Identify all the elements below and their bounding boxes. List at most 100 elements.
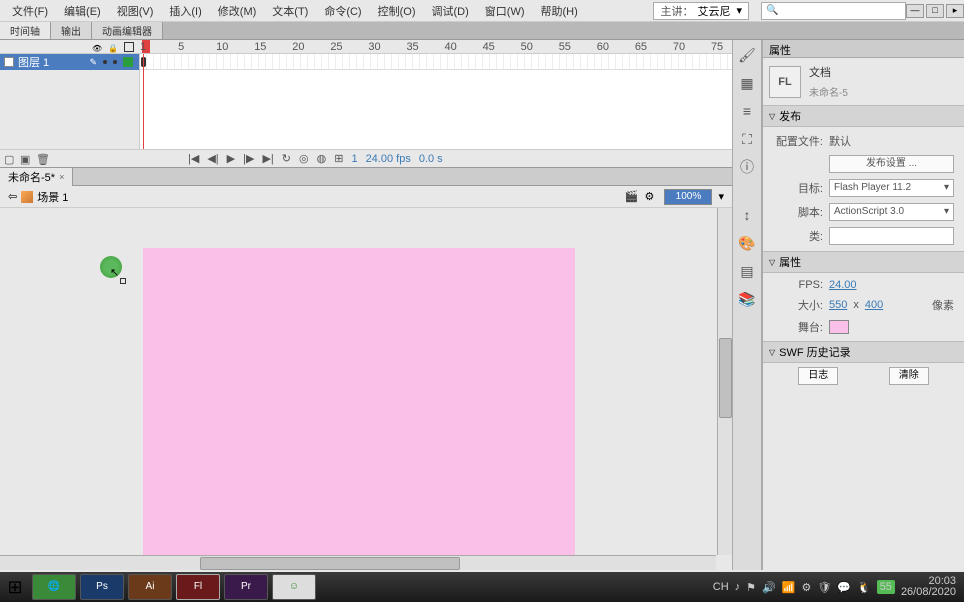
menu-commands[interactable]: 命令(C) bbox=[316, 1, 369, 21]
stage-canvas[interactable] bbox=[143, 248, 575, 564]
tray-icon[interactable]: ♪ bbox=[735, 581, 741, 593]
collapse-icon bbox=[769, 256, 775, 268]
arrow-panel-icon[interactable]: ↕ bbox=[738, 206, 756, 224]
menu-text[interactable]: 文本(T) bbox=[264, 1, 316, 21]
onion-outline-icon[interactable]: ◍ bbox=[317, 152, 327, 165]
chevron-down-icon[interactable]: ▾ bbox=[736, 4, 742, 17]
tab-motion-editor[interactable]: 动画编辑器 bbox=[92, 22, 163, 39]
lock-icon[interactable] bbox=[108, 42, 118, 52]
horizontal-scrollbar[interactable] bbox=[0, 555, 716, 570]
visibility-icon[interactable] bbox=[92, 42, 102, 52]
stage-width[interactable]: 550 bbox=[829, 299, 847, 311]
search-box[interactable]: 🔍 bbox=[761, 2, 906, 20]
taskbar-app-fl[interactable]: Fl bbox=[176, 574, 220, 600]
tray-icon[interactable]: 🐧 bbox=[857, 581, 871, 594]
taskbar-app-browser[interactable]: 🌐 bbox=[32, 574, 76, 600]
info-panel-icon[interactable]: ⓘ bbox=[738, 158, 756, 176]
document-tab[interactable]: 未命名-5* × bbox=[0, 168, 73, 186]
clear-button[interactable]: 清除 bbox=[889, 367, 929, 385]
stage-area[interactable]: ↖ bbox=[0, 208, 732, 570]
tray-icon[interactable]: ⚙ bbox=[801, 581, 811, 594]
frames-area[interactable] bbox=[140, 54, 732, 149]
menu-help[interactable]: 帮助(H) bbox=[533, 1, 586, 21]
pointer-icon: ↖ bbox=[110, 266, 119, 279]
close-icon[interactable]: × bbox=[59, 172, 64, 182]
layer-lock-dot[interactable] bbox=[113, 60, 117, 64]
tray-icon[interactable]: 🛡 bbox=[817, 581, 831, 594]
tray-icon[interactable]: 55 bbox=[877, 580, 895, 594]
tab-output[interactable]: 输出 bbox=[51, 22, 92, 39]
back-arrow-icon[interactable]: ⇦ bbox=[8, 190, 17, 203]
history-section-header[interactable]: SWF 历史记录 bbox=[763, 341, 964, 363]
taskbar-app-other[interactable]: ☺ bbox=[272, 574, 316, 600]
pencil-icon[interactable]: ✎ bbox=[89, 57, 97, 68]
stage-color-swatch[interactable] bbox=[829, 320, 849, 334]
stage-height[interactable]: 400 bbox=[865, 299, 883, 311]
search-icon: 🔍 bbox=[766, 5, 778, 16]
taskbar-app-ai[interactable]: Ai bbox=[128, 574, 172, 600]
tray-icon[interactable]: ⚑ bbox=[746, 581, 756, 594]
ime-indicator[interactable]: CH bbox=[713, 581, 729, 593]
properties-section-header[interactable]: 属性 bbox=[763, 251, 964, 273]
fps-value[interactable]: 24.00 bbox=[829, 279, 857, 291]
layer-outline-swatch[interactable] bbox=[123, 57, 133, 67]
edit-symbol-icon[interactable]: ⚙ bbox=[644, 190, 658, 204]
library-panel-icon[interactable]: 📚 bbox=[738, 290, 756, 308]
onion-skin-icon[interactable]: ◎ bbox=[299, 152, 309, 165]
vertical-scrollbar[interactable] bbox=[717, 208, 732, 555]
goto-first-icon[interactable]: |◀ bbox=[188, 152, 199, 165]
scrollbar-thumb[interactable] bbox=[719, 338, 732, 418]
menu-control[interactable]: 控制(O) bbox=[370, 1, 424, 21]
tab-timeline[interactable]: 时间轴 bbox=[0, 22, 51, 39]
step-back-icon[interactable]: ◀| bbox=[207, 152, 218, 165]
start-button[interactable]: ⊞ bbox=[0, 572, 30, 602]
log-button[interactable]: 日志 bbox=[798, 367, 838, 385]
color-panel-icon[interactable]: 🎨 bbox=[738, 234, 756, 252]
ruler-tick: 60 bbox=[597, 41, 632, 53]
grid-panel-icon[interactable]: ▦ bbox=[738, 74, 756, 92]
menu-file[interactable]: 文件(F) bbox=[4, 1, 56, 21]
frame-ruler[interactable]: 1 5 10 15 20 25 30 35 40 45 50 55 60 65 bbox=[140, 40, 732, 53]
align-panel-icon[interactable]: ≡ bbox=[738, 102, 756, 120]
menu-debug[interactable]: 调试(D) bbox=[424, 1, 477, 21]
edit-scene-icon[interactable]: 🎬 bbox=[624, 190, 638, 204]
clock[interactable]: 20:03 26/08/2020 bbox=[901, 576, 956, 598]
menu-insert[interactable]: 插入(I) bbox=[161, 1, 209, 21]
menu-edit[interactable]: 编辑(E) bbox=[56, 1, 109, 21]
swatches-panel-icon[interactable]: ▤ bbox=[738, 262, 756, 280]
loop-icon[interactable]: ↻ bbox=[282, 152, 291, 165]
taskbar-app-pr[interactable]: Pr bbox=[224, 574, 268, 600]
brush-panel-icon[interactable]: 🖌 bbox=[738, 46, 756, 64]
menu-view[interactable]: 视图(V) bbox=[109, 1, 162, 21]
layer-row[interactable]: 图层 1 ✎ bbox=[0, 54, 139, 70]
tray-icon[interactable]: 💬 bbox=[837, 581, 851, 594]
layer-visible-dot[interactable] bbox=[103, 60, 107, 64]
step-fwd-icon[interactable]: |▶ bbox=[243, 152, 254, 165]
zoom-dropdown-icon[interactable]: ▾ bbox=[718, 190, 724, 203]
script-dropdown[interactable]: ActionScript 3.0 bbox=[829, 203, 954, 221]
outline-icon[interactable] bbox=[124, 42, 134, 52]
transform-panel-icon[interactable]: ⛶ bbox=[738, 130, 756, 148]
zoom-input[interactable]: 100% bbox=[664, 189, 712, 205]
play-icon[interactable]: ▶ bbox=[227, 152, 235, 165]
publish-settings-button[interactable]: 发布设置 ... bbox=[829, 155, 954, 173]
new-folder-icon[interactable]: ▣ bbox=[20, 153, 32, 165]
expand-button[interactable]: ▸ bbox=[946, 4, 964, 18]
scrollbar-thumb[interactable] bbox=[200, 557, 460, 570]
menu-modify[interactable]: 修改(M) bbox=[210, 1, 265, 21]
class-input[interactable] bbox=[829, 227, 954, 245]
tray-icon[interactable]: 🔊 bbox=[762, 581, 776, 594]
delete-layer-icon[interactable]: 🗑 bbox=[36, 153, 48, 165]
timeline-panel: 1 5 10 15 20 25 30 35 40 45 50 55 60 65 bbox=[0, 40, 732, 168]
edit-multiple-icon[interactable]: ⊞ bbox=[334, 152, 343, 165]
ruler-tick: 30 bbox=[368, 41, 403, 53]
minimize-button[interactable]: — bbox=[906, 4, 924, 18]
tray-icon[interactable]: 📶 bbox=[782, 581, 796, 594]
restore-button[interactable]: □ bbox=[926, 4, 944, 18]
menu-window[interactable]: 窗口(W) bbox=[477, 1, 533, 21]
target-dropdown[interactable]: Flash Player 11.2 bbox=[829, 179, 954, 197]
goto-last-icon[interactable]: ▶| bbox=[262, 152, 273, 165]
new-layer-icon[interactable]: ▢ bbox=[4, 153, 16, 165]
taskbar-app-ps[interactable]: Ps bbox=[80, 574, 124, 600]
publish-section-header[interactable]: 发布 bbox=[763, 105, 964, 127]
